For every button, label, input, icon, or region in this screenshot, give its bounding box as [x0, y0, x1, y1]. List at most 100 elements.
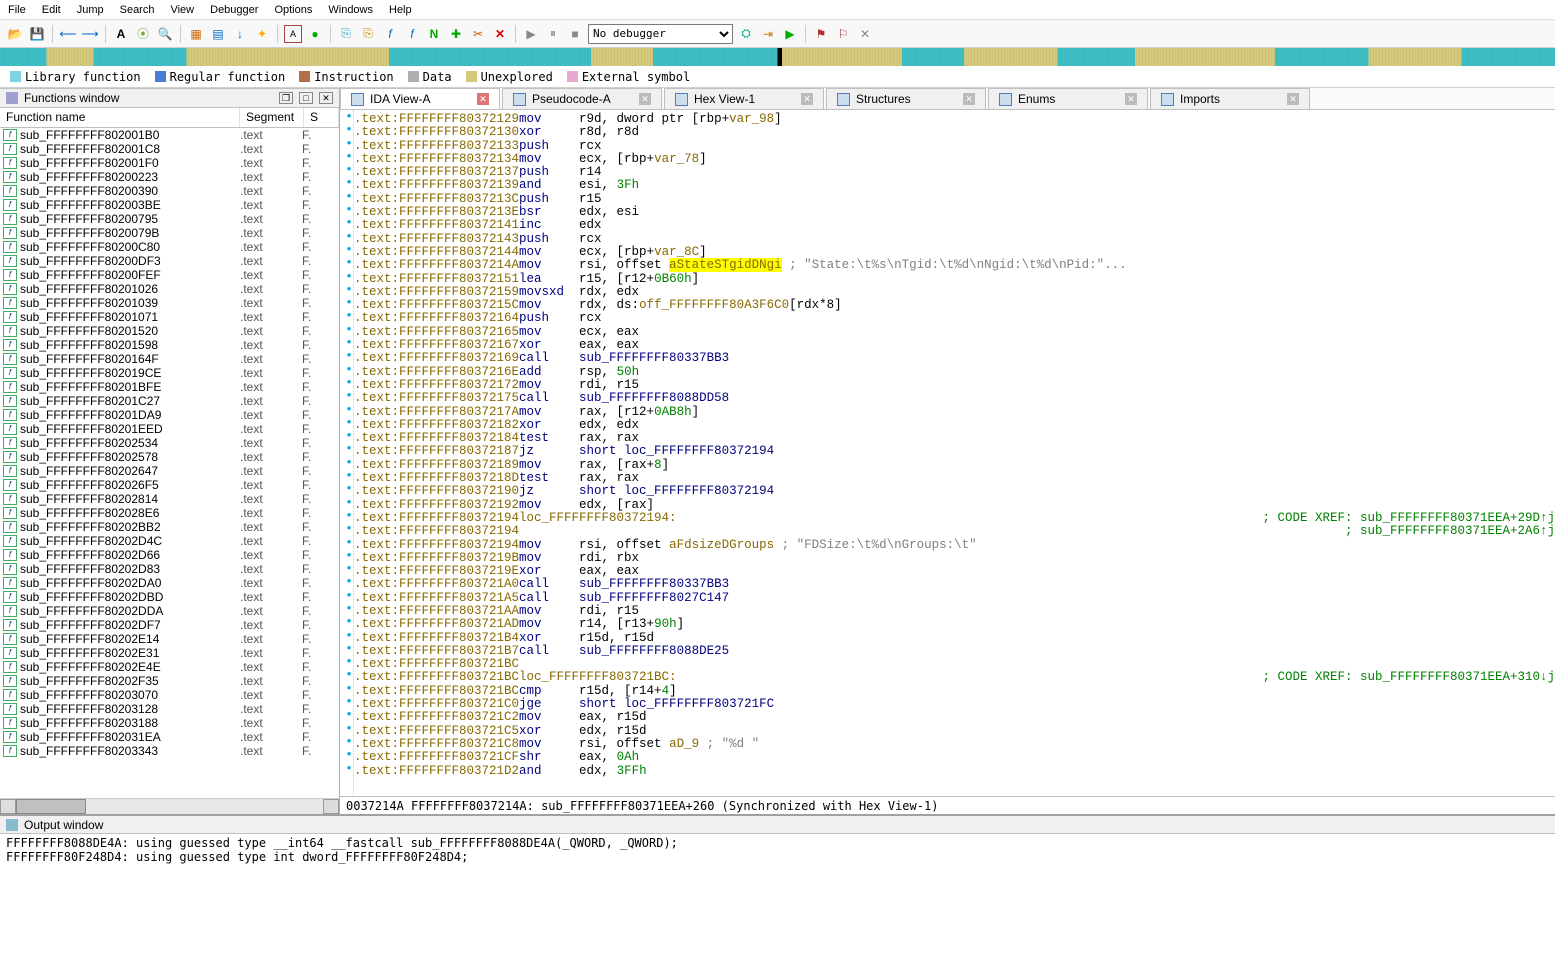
tab-imports[interactable]: Imports✕ [1150, 88, 1310, 109]
menu-debugger[interactable]: Debugger [210, 4, 258, 16]
asm-line[interactable]: ●.text:FFFFFFFF80372151 lea r15, [r12+0B… [340, 272, 1555, 285]
menu-view[interactable]: View [170, 4, 194, 16]
asm-line[interactable]: ●.text:FFFFFFFF803721C0 jge short loc_FF… [340, 697, 1555, 710]
play-icon[interactable]: ▶ [522, 25, 540, 43]
ida-view[interactable]: ●.text:FFFFFFFF80372129 mov r9d, dword p… [340, 110, 1555, 796]
function-row[interactable]: fsub_FFFFFFFF80201DA9.textF. [0, 408, 339, 422]
asm-line[interactable]: ●.text:FFFFFFFF80372165 mov ecx, eax [340, 325, 1555, 338]
asm-line[interactable]: ●.text:FFFFFFFF80372133 push rcx [340, 139, 1555, 152]
asm-line[interactable]: ●.text:FFFFFFFF80372129 mov r9d, dword p… [340, 112, 1555, 125]
open-icon[interactable]: 📂 [6, 25, 24, 43]
dbg-run-icon[interactable]: ▶ [781, 25, 799, 43]
function-row[interactable]: fsub_FFFFFFFF802001C8.textF. [0, 142, 339, 156]
save-icon[interactable]: 💾 [28, 25, 46, 43]
asm-line[interactable]: ●.text:FFFFFFFF80372139 and esi, 3Fh [340, 178, 1555, 191]
asm-line[interactable]: ●.text:FFFFFFFF8037214A mov rsi, offset … [340, 258, 1555, 271]
pause-icon[interactable]: ⏸ [544, 25, 562, 43]
col-segment[interactable]: Segment [240, 108, 304, 127]
asm-line[interactable]: ●.text:FFFFFFFF803721A0 call sub_FFFFFFF… [340, 577, 1555, 590]
asm-line[interactable]: ●.text:FFFFFFFF8037215C mov rdx, ds:off_… [340, 298, 1555, 311]
asm-line[interactable]: ●.text:FFFFFFFF80372175 call sub_FFFFFFF… [340, 391, 1555, 404]
asm-line[interactable]: ●.text:FFFFFFFF803721A5 call sub_FFFFFFF… [340, 591, 1555, 604]
asm-line[interactable]: ●.text:FFFFFFFF80372190 jz short loc_FFF… [340, 484, 1555, 497]
asm-line[interactable]: ●.text:FFFFFFFF8037219E xor eax, eax [340, 564, 1555, 577]
star-icon[interactable]: ✦ [253, 25, 271, 43]
functions-hscroll[interactable] [0, 798, 339, 814]
asm-line[interactable]: ●.text:FFFFFFFF80372187 jz short loc_FFF… [340, 444, 1555, 457]
func-icon[interactable]: f [381, 25, 399, 43]
asm-line[interactable]: ●.text:FFFFFFFF803721AD mov r14, [r13+90… [340, 617, 1555, 630]
function-row[interactable]: fsub_FFFFFFFF802028E6.textF. [0, 506, 339, 520]
asm-line[interactable]: ●.text:FFFFFFFF80372169 call sub_FFFFFFF… [340, 351, 1555, 364]
tab-structures[interactable]: Structures✕ [826, 88, 986, 109]
asm-line[interactable]: ●.text:FFFFFFFF80372164 push rcx [340, 311, 1555, 324]
function-row[interactable]: fsub_FFFFFFFF80201BFE.textF. [0, 380, 339, 394]
function-row[interactable]: fsub_FFFFFFFF8020079B.textF. [0, 226, 339, 240]
x-red-icon[interactable]: ✕ [491, 25, 509, 43]
plus-icon[interactable]: ✚ [447, 25, 465, 43]
function-row[interactable]: fsub_FFFFFFFF80200C80.textF. [0, 240, 339, 254]
tab-pseudocode-a[interactable]: Pseudocode-A✕ [502, 88, 662, 109]
asm-line[interactable]: ●.text:FFFFFFFF803721CF shr eax, 0Ah [340, 750, 1555, 763]
asm-line[interactable]: ●.text:FFFFFFFF80372189 mov rax, [rax+8] [340, 458, 1555, 471]
function-row[interactable]: fsub_FFFFFFFF80201039.textF. [0, 296, 339, 310]
function-row[interactable]: fsub_FFFFFFFF80202E4E.textF. [0, 660, 339, 674]
function-row[interactable]: fsub_FFFFFFFF80203128.textF. [0, 702, 339, 716]
function-row[interactable]: fsub_FFFFFFFF802003BE.textF. [0, 198, 339, 212]
function-row[interactable]: fsub_FFFFFFFF80203070.textF. [0, 688, 339, 702]
function-row[interactable]: fsub_FFFFFFFF80202DA0.textF. [0, 576, 339, 590]
asm-line[interactable]: ●.text:FFFFFFFF8037216E add rsp, 50h [340, 365, 1555, 378]
func-del-icon[interactable]: f [403, 25, 421, 43]
text-icon[interactable]: A [112, 25, 130, 43]
function-row[interactable]: fsub_FFFFFFFF80202D66.textF. [0, 548, 339, 562]
scroll-thumb[interactable] [16, 799, 86, 814]
function-row[interactable]: fsub_FFFFFFFF8020164F.textF. [0, 352, 339, 366]
function-row[interactable]: fsub_FFFFFFFF80201071.textF. [0, 310, 339, 324]
asm-line[interactable]: ●.text:FFFFFFFF80372130 xor r8d, r8d [340, 125, 1555, 138]
functions-table[interactable]: Function name Segment S fsub_FFFFFFFF802… [0, 108, 339, 798]
tab-close-icon[interactable]: ✕ [477, 93, 489, 105]
function-row[interactable]: fsub_FFFFFFFF80200223.textF. [0, 170, 339, 184]
menu-jump[interactable]: Jump [77, 4, 104, 16]
menu-edit[interactable]: Edit [42, 4, 61, 16]
asm-line[interactable]: ●.text:FFFFFFFF803721BC [340, 657, 1555, 670]
dbg-step-icon[interactable]: ⇥ [759, 25, 777, 43]
asm-line[interactable]: ●.text:FFFFFFFF8037213E bsr edx, esi [340, 205, 1555, 218]
tab-close-icon[interactable]: ✕ [1125, 93, 1137, 105]
tab-close-icon[interactable]: ✕ [1287, 93, 1299, 105]
asm-line[interactable]: ●.text:FFFFFFFF80372134 mov ecx, [rbp+va… [340, 152, 1555, 165]
code-blue-icon[interactable]: ⎘ [337, 25, 355, 43]
asm-line[interactable]: ●.text:FFFFFFFF80372182 xor edx, edx [340, 418, 1555, 431]
asm-line[interactable]: ●.text:FFFFFFFF803721D2 and edx, 3FFh [340, 764, 1555, 777]
run-icon[interactable]: ● [306, 25, 324, 43]
function-row[interactable]: fsub_FFFFFFFF80202DF7.textF. [0, 618, 339, 632]
function-row[interactable]: fsub_FFFFFFFF80203343.textF. [0, 744, 339, 758]
asm-line[interactable]: ●.text:FFFFFFFF80372143 push rcx [340, 232, 1555, 245]
graph-icon[interactable]: ▦ [187, 25, 205, 43]
function-row[interactable]: fsub_FFFFFFFF80202DBD.textF. [0, 590, 339, 604]
asm-line[interactable]: ●.text:FFFFFFFF80372192 mov edx, [rax] [340, 498, 1555, 511]
asm-line[interactable]: ●.text:FFFFFFFF80372184 test rax, rax [340, 431, 1555, 444]
menu-file[interactable]: File [8, 4, 26, 16]
asm-line[interactable]: ●.text:FFFFFFFF803721BC loc_FFFFFFFF8037… [340, 670, 1555, 683]
stop-icon[interactable]: ■ [566, 25, 584, 43]
binary-icon[interactable]: ⦿ [134, 25, 152, 43]
scroll-right-icon[interactable] [323, 799, 339, 814]
tab-ida-view-a[interactable]: IDA View-A✕ [340, 88, 500, 109]
dbg-opt-icon[interactable]: ⛭ [737, 25, 755, 43]
pane-close-button[interactable]: ✕ [319, 92, 333, 104]
debugger-select[interactable]: No debugger [588, 24, 733, 44]
function-row[interactable]: fsub_FFFFFFFF80202E14.textF. [0, 632, 339, 646]
asm-line[interactable]: ●.text:FFFFFFFF8037213C push r15 [340, 192, 1555, 205]
tab-close-icon[interactable]: ✕ [639, 93, 651, 105]
asm-line[interactable]: ●.text:FFFFFFFF80372144 mov ecx, [rbp+va… [340, 245, 1555, 258]
chart-icon[interactable]: ▤ [209, 25, 227, 43]
function-row[interactable]: fsub_FFFFFFFF80201520.textF. [0, 324, 339, 338]
pane-restore-button[interactable]: ❐ [279, 92, 293, 104]
asm-line[interactable]: ●.text:FFFFFFFF8037219B mov rdi, rbx [340, 551, 1555, 564]
function-row[interactable]: fsub_FFFFFFFF80202814.textF. [0, 492, 339, 506]
tab-enums[interactable]: Enums✕ [988, 88, 1148, 109]
asm-line[interactable]: ●.text:FFFFFFFF803721C8 mov rsi, offset … [340, 737, 1555, 750]
function-row[interactable]: fsub_FFFFFFFF80201598.textF. [0, 338, 339, 352]
function-row[interactable]: fsub_FFFFFFFF80202BB2.textF. [0, 520, 339, 534]
